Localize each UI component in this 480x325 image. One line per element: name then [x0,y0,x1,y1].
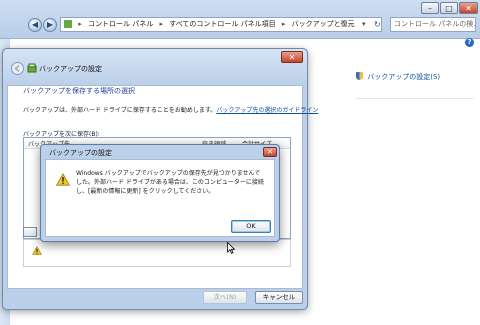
cancel-button[interactable]: キャンセル [255,291,303,304]
backup-settings-label[interactable]: バックアップの設定(S) [367,73,440,81]
address-dropdown-icon[interactable]: ▾ [362,17,372,32]
explorer-close-button[interactable]: ✕ [459,2,478,14]
search-input[interactable]: コントロール パネルの検... [390,17,476,32]
warning-row [23,239,291,267]
dialog-title: バックアップの設定 [49,149,112,157]
divider [356,98,474,99]
breadcrumb-separator: ▸ [78,20,82,28]
backup-icon [27,63,37,73]
dialog-message-line: し、[最新の情報に更新] をクリックしてください。 [76,188,215,195]
refresh-button[interactable] [23,227,37,237]
ok-button[interactable]: OK [231,220,271,233]
cursor-icon [227,242,235,254]
warning-icon [56,173,70,186]
dialog-close-button[interactable]: ✕ [263,147,277,157]
intro-text-body: バックアップは、外部ハード ドライブに保存することをお勧めします。 [23,107,217,114]
forward-arrow-icon[interactable]: ▶ [43,18,57,32]
breadcrumb-all-items[interactable]: すべてのコントロール パネル項目 [169,20,275,28]
dialog-message-line: した。外部ハード ドライブがある場合は、このコンピューターに接続 [76,179,264,186]
refresh-icon[interactable]: ↻ [374,17,386,32]
warning-icon [32,246,42,255]
wizard-close-button[interactable]: ✕ [281,51,303,63]
breadcrumb-backup-restore[interactable]: バックアップと復元 [292,20,355,28]
wizard-title: バックアップの設定 [39,65,102,73]
minimize-button[interactable]: – [421,2,439,14]
backup-settings-link[interactable]: バックアップの設定(S) [356,72,440,82]
breadcrumb-separator: ▸ [281,20,286,28]
address-bar[interactable]: ▸ コントロール パネル ▸ すべてのコントロール パネル項目 ▸ バックアップ… [60,17,382,32]
breadcrumb-separator: ▸ [159,20,163,28]
back-arrow-icon[interactable] [11,62,24,75]
shield-icon [356,72,363,80]
intro-text: バックアップは、外部ハード ドライブに保存することをお勧めします。バックアップ先… [23,105,318,114]
maximize-button[interactable]: □ [440,2,458,14]
dialog-message: Windows バックアップでバックアップの保存先が見つかりませんで した。外部… [76,169,272,196]
guidelines-link[interactable]: バックアップ先の選択のガイドライン [216,107,318,114]
next-button[interactable]: 次へ(N) [203,291,247,304]
control-panel-icon [64,20,72,28]
help-icon[interactable]: ? [465,38,474,47]
page-title: バックアップを保存する場所の選択 [23,87,135,95]
breadcrumb-control-panel[interactable]: コントロール パネル [88,20,153,28]
dialog-message-line: Windows バックアップでバックアップの保存先が見つかりませんで [76,170,261,177]
back-arrow-icon[interactable]: ◀ [28,18,42,32]
